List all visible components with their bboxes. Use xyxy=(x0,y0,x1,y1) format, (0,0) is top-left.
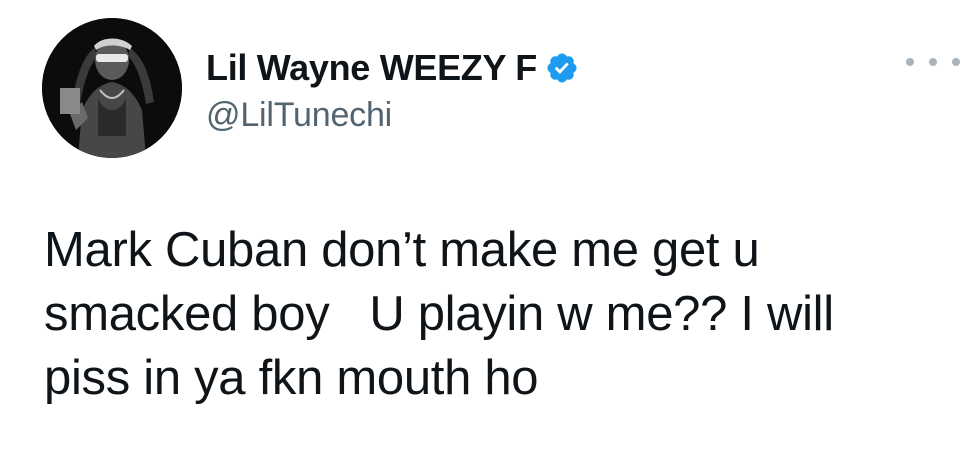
avatar-image xyxy=(42,18,182,158)
more-dot xyxy=(906,58,914,66)
author-display-name[interactable]: Lil Wayne WEEZY F xyxy=(206,47,537,89)
more-options-icon[interactable] xyxy=(906,50,960,74)
author-name-row: Lil Wayne WEEZY F xyxy=(206,46,579,90)
author-avatar[interactable] xyxy=(42,18,182,158)
more-dot xyxy=(952,58,960,66)
tweet-card: Lil Wayne WEEZY F @LilTunechi Mark Cuban… xyxy=(0,0,980,449)
more-dot xyxy=(929,58,937,66)
tweet-text: Mark Cuban don’t make me get u smacked b… xyxy=(44,223,834,405)
verified-badge-icon xyxy=(545,51,579,85)
author-handle[interactable]: @LilTunechi xyxy=(206,96,392,135)
